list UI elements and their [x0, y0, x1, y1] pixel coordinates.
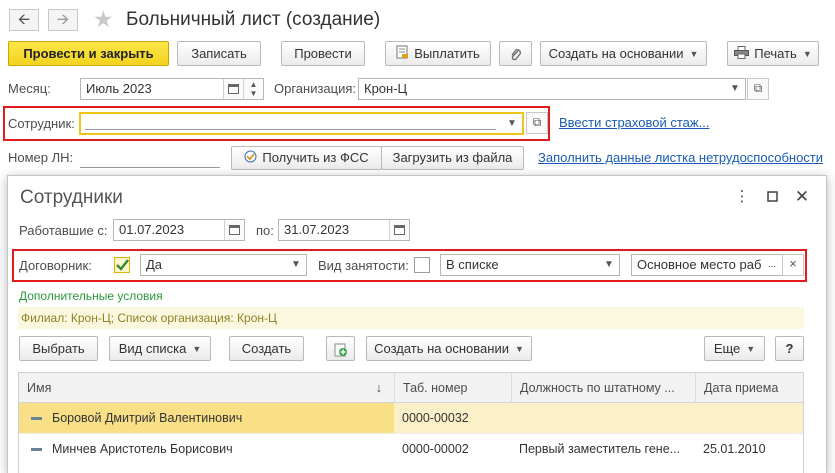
table-header: Имя ↓ Таб. номер Должность по штатному .…	[19, 373, 803, 403]
print-button[interactable]: Печать ▼	[727, 41, 819, 66]
document-icon	[396, 43, 409, 65]
list-view-button[interactable]: Вид списка ▼	[109, 336, 211, 361]
arrow-right-icon: 🡪	[56, 11, 70, 28]
row-position-cell	[511, 403, 695, 433]
forward-button[interactable]: 🡪	[48, 9, 78, 31]
calendar-icon[interactable]	[224, 220, 244, 240]
open-window-icon: ⧉	[753, 81, 763, 95]
open-window-icon: ⧉	[532, 115, 542, 129]
open-organization-button[interactable]: ⧉	[747, 78, 769, 100]
open-employee-button[interactable]: ⧉	[526, 112, 548, 134]
copy-button[interactable]	[326, 336, 355, 361]
copy-add-icon	[334, 341, 348, 357]
load-from-file-button[interactable]: Загрузить из файла	[381, 146, 524, 170]
contractor-checkbox[interactable]	[114, 257, 130, 273]
row-tab-cell: 0000-00032	[402, 411, 469, 425]
table-row[interactable]: Минчев Аристотель Борисович 0000-00002 П…	[19, 433, 803, 463]
date-from-field[interactable]: 01.07.2023	[113, 219, 245, 241]
column-tab-number[interactable]: Таб. номер	[394, 373, 511, 403]
dialog-title: Сотрудники	[20, 187, 123, 208]
save-button[interactable]: Записать	[177, 41, 261, 66]
create-button[interactable]: Создать	[229, 336, 304, 361]
star-icon[interactable]: ★	[93, 6, 114, 32]
chevron-down-icon: ▼	[746, 344, 756, 355]
filter-info-bar: Филиал: Крон-Ц; Список организация: Крон…	[18, 307, 804, 329]
to-label: по:	[256, 223, 274, 238]
checkmark-icon	[116, 259, 129, 271]
chevron-down-icon[interactable]: ▼	[286, 255, 306, 275]
attach-button[interactable]	[499, 41, 532, 66]
month-label: Месяц:	[8, 81, 51, 96]
date-to-field[interactable]: 31.07.2023	[278, 219, 410, 241]
back-button[interactable]: 🡨	[9, 9, 39, 31]
calendar-icon[interactable]	[223, 79, 243, 99]
chevron-down-icon: ▼	[802, 49, 812, 60]
employment-value-field[interactable]: Основное место раб ...	[631, 254, 783, 276]
row-hire-date-cell	[695, 403, 803, 433]
select-button[interactable]: Выбрать	[19, 336, 98, 361]
maximize-icon[interactable]	[764, 188, 780, 207]
chevron-down-icon: ▼	[192, 344, 202, 355]
printer-icon	[734, 43, 750, 65]
clear-filter-button[interactable]: ×	[782, 254, 804, 276]
row-position-cell: Первый заместитель гене...	[519, 442, 681, 456]
post-button[interactable]: Провести	[281, 41, 365, 66]
column-position[interactable]: Должность по штатному ...	[511, 373, 695, 403]
page-title: Больничный лист (создание)	[126, 9, 381, 30]
more-vertical-icon[interactable]: ⋮	[734, 188, 750, 206]
chevron-down-icon[interactable]: ▼	[599, 255, 619, 275]
employee-field[interactable]: ▼	[79, 112, 524, 135]
row-name-cell: Боровой Дмитрий Валентинович	[19, 403, 394, 433]
employee-icon	[31, 417, 42, 421]
chevron-down-icon: ▼	[514, 344, 524, 355]
help-button[interactable]: ?	[775, 336, 804, 361]
column-hire-date[interactable]: Дата приема	[695, 373, 803, 403]
row-name-cell: Минчев Аристотель Борисович	[19, 434, 394, 464]
chevron-down-icon: ▼	[689, 49, 699, 60]
more-button[interactable]: Еще ▼	[704, 336, 765, 361]
chevron-down-icon[interactable]: ▼	[502, 114, 522, 133]
fill-sick-leave-link[interactable]: Заполнить данные листка нетрудоспособнос…	[538, 148, 823, 168]
dialog-create-based-on-button[interactable]: Создать на основании ▼	[366, 336, 532, 361]
post-and-close-button[interactable]: Провести и закрыть	[8, 41, 169, 66]
contractor-value-field[interactable]: Да ▼	[140, 254, 307, 276]
employment-checkbox[interactable]	[414, 257, 430, 273]
get-from-fss-button[interactable]: Получить из ФСС	[231, 146, 382, 170]
organization-field[interactable]: Крон-Ц ▼	[358, 78, 746, 100]
month-stepper[interactable]: ▲ ▼	[243, 79, 263, 99]
fss-icon	[244, 148, 257, 169]
organization-label: Организация:	[274, 81, 357, 96]
arrow-left-icon: 🡨	[17, 11, 31, 28]
month-field[interactable]: Июль 2023 ▲ ▼	[80, 78, 264, 100]
column-name[interactable]: Имя ↓	[19, 373, 394, 403]
chevron-down-icon[interactable]: ▼	[725, 79, 745, 99]
ln-number-field[interactable]	[80, 146, 220, 168]
calendar-icon[interactable]	[389, 220, 409, 240]
insurance-link[interactable]: Ввести страховой стаж...	[559, 113, 709, 133]
more-options-button[interactable]: ...	[762, 255, 782, 275]
employment-label: Вид занятости:	[318, 258, 409, 273]
row-tab-cell: 0000-00002	[402, 442, 469, 456]
table-row[interactable]: Боровой Дмитрий Валентинович 0000-00032	[19, 403, 803, 433]
extra-conditions-link[interactable]: Дополнительные условия	[19, 288, 163, 304]
employee-label: Сотрудник:	[8, 116, 75, 131]
row-hire-date-cell: 25.01.2010	[703, 442, 766, 456]
create-based-on-button[interactable]: Создать на основании ▼	[540, 41, 707, 66]
sort-arrow-icon: ↓	[375, 381, 382, 395]
employees-dialog: Сотрудники ⋮ ✕ Работавшие с: 01.07.2023 …	[7, 175, 827, 473]
employment-condition-field[interactable]: В списке ▼	[440, 254, 620, 276]
paperclip-icon	[510, 46, 522, 61]
ln-number-label: Номер ЛН:	[8, 150, 74, 165]
close-icon[interactable]: ✕	[794, 188, 810, 206]
pay-button[interactable]: Выплатить	[385, 41, 491, 66]
employee-icon	[31, 448, 42, 452]
worked-from-label: Работавшие с:	[19, 223, 108, 238]
employees-table: Имя ↓ Таб. номер Должность по штатному .…	[18, 372, 804, 473]
contractor-label: Договорник:	[19, 258, 92, 273]
